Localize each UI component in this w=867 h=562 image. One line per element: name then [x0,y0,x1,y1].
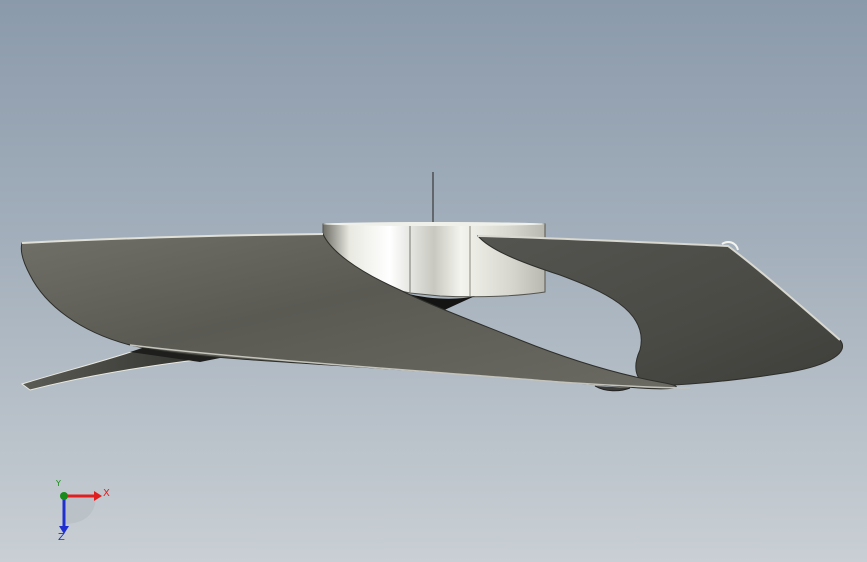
x-axis-head [94,491,102,501]
y-axis-origin [60,492,68,500]
x-axis-label: X [103,488,110,499]
triad-graphic [59,491,102,534]
propeller-model[interactable] [0,0,867,562]
axis-triad: X Y Z [44,479,124,550]
cad-viewport[interactable]: X Y Z [0,0,867,562]
z-axis-label: Z [58,532,65,543]
triad-shading [64,496,96,524]
hub-top [323,222,545,226]
y-axis-label: Y [56,479,61,488]
